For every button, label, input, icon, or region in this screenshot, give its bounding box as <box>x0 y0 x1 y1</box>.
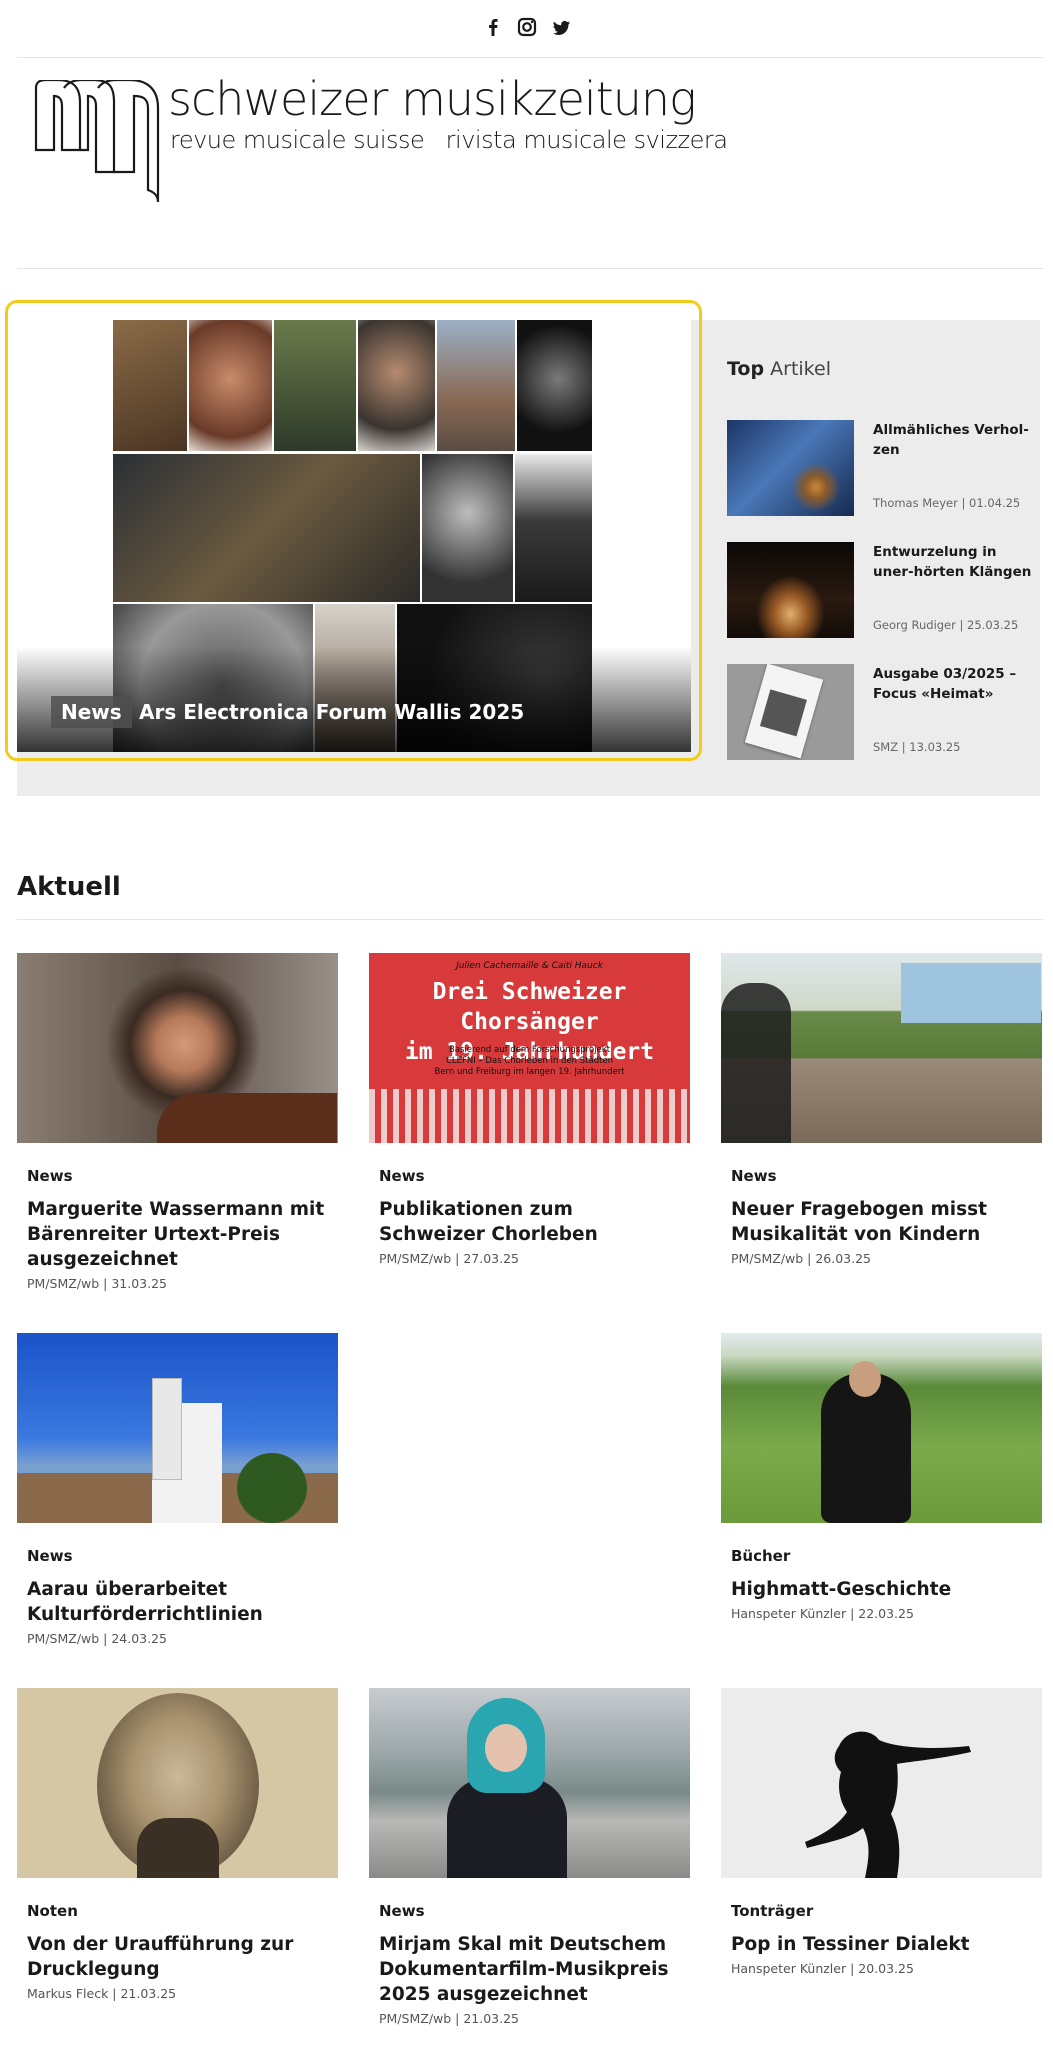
article-meta: PM/SMZ/wb | 31.03.25 <box>27 1276 168 1291</box>
article-image[interactable] <box>17 953 338 1143</box>
magazine-cover <box>744 664 824 759</box>
article-text: Aarau überarbeitet Kulturförderrichtlini… <box>27 1577 327 1649</box>
article-image[interactable]: Julien Cachemaille & Caiti Hauck Drei Sc… <box>369 953 690 1143</box>
poster-subtitle: Basierend auf dem Forschungsprojekt CLEF… <box>369 1045 690 1078</box>
article-text: Pop in Tessiner Dialekt Hanspeter Künzle… <box>731 1932 1031 1979</box>
top-artikel-meta: Thomas Meyer | 01.04.25 <box>873 496 1021 510</box>
collage-photo <box>113 454 420 602</box>
article-title[interactable]: Mirjam Skal mit Deutschem Dokumentarfilm… <box>379 1932 679 2007</box>
top-artikel-thumbnail[interactable] <box>727 420 854 516</box>
top-artikel-heading-bold: Top <box>727 358 765 380</box>
article-text: Publikationen zum Schweizer Chorleben PM… <box>379 1197 679 1269</box>
article-category[interactable]: Bücher <box>731 1547 790 1565</box>
article-meta: PM/SMZ/wb | 27.03.25 <box>379 1251 520 1266</box>
hero-category-badge[interactable]: News <box>51 696 132 728</box>
article-category[interactable]: News <box>379 1167 425 1185</box>
collage-photo <box>515 454 592 602</box>
header-divider <box>17 268 1043 269</box>
article-category[interactable]: Tonträger <box>731 1902 813 1920</box>
instagram-icon[interactable] <box>516 16 538 38</box>
top-artikel-meta: Georg Rudiger | 25.03.25 <box>873 618 1019 632</box>
article-image[interactable] <box>369 1688 690 1878</box>
article-title[interactable]: Publikationen zum Schweizer Chorleben <box>379 1197 679 1247</box>
portrait-body <box>137 1818 219 1878</box>
article-text: Neuer Fragebogen misst Musikalität von K… <box>731 1197 1031 1269</box>
article-title[interactable]: Aarau überarbeitet Kulturförderrichtlini… <box>27 1577 327 1627</box>
person-face <box>849 1361 881 1397</box>
poster-title-line: Drei Schweizer Chorsänger <box>432 979 627 1035</box>
article-text: Highmatt-Geschichte Hanspeter Künzler | … <box>731 1577 1031 1624</box>
hero-title[interactable]: Ars Electronica Forum Wallis 2025 <box>139 700 524 724</box>
top-artikel-item[interactable]: Entwurzelung in uner-hörten Klängen Geor… <box>727 542 1031 638</box>
facebook-icon[interactable] <box>482 16 504 38</box>
top-artikel-title[interactable]: Entwurzelung in uner-hörten Klängen <box>873 542 1033 582</box>
top-artikel-heading-light: Artikel <box>770 358 831 380</box>
top-artikel-item[interactable]: Allmähliches Verhol-zen Thomas Meyer | 0… <box>727 420 1029 516</box>
top-divider <box>17 57 1043 58</box>
logo-title[interactable]: schweizer musikzeitung <box>168 72 697 126</box>
poster-subtitle-line: CLEFNI – Das Chorleben in den Städten <box>445 1056 614 1066</box>
top-artikel-heading: Top Artikel <box>727 358 831 380</box>
social-links <box>0 16 1053 38</box>
twitter-icon[interactable] <box>550 16 572 38</box>
article-text: Von der Uraufführung zur Drucklegung Mar… <box>27 1932 327 2004</box>
tree <box>237 1453 307 1523</box>
poster-subtitle-line: Bern und Freiburg im langen 19. Jahrhund… <box>434 1067 625 1077</box>
collage-photo <box>517 320 592 451</box>
top-artikel-thumbnail[interactable] <box>727 664 854 760</box>
hero-image[interactable]: News Ars Electronica Forum Wallis 2025 <box>17 320 691 752</box>
article-meta: PM/SMZ/wb | 26.03.25 <box>731 1251 872 1266</box>
article-title[interactable]: Von der Uraufführung zur Drucklegung <box>27 1932 327 1982</box>
article-title[interactable]: Neuer Fragebogen misst Musikalität von K… <box>731 1197 1031 1247</box>
article-image[interactable] <box>721 1333 1042 1523</box>
article-meta: Hanspeter Künzler | 20.03.25 <box>731 1961 914 1976</box>
article-text: Mirjam Skal mit Deutschem Dokumentarfilm… <box>379 1932 679 2029</box>
article-image[interactable] <box>17 1688 338 1878</box>
person-jacket <box>447 1778 567 1878</box>
logo-subtitle: revue musicale suisse rivista musicale s… <box>170 126 728 154</box>
poster-subtitle-line: Basierend auf dem Forschungsprojekt <box>448 1045 611 1055</box>
article-category[interactable]: News <box>731 1167 777 1185</box>
article-title[interactable]: Pop in Tessiner Dialekt <box>731 1932 1031 1957</box>
dancer-silhouette-icon <box>805 1731 971 1878</box>
top-artikel-title[interactable]: Ausgabe 03/2025 – Focus «Heimat» <box>873 664 1033 704</box>
article-category[interactable]: Noten <box>27 1902 78 1920</box>
article-meta: Hanspeter Künzler | 22.03.25 <box>731 1606 914 1621</box>
church-tower <box>152 1378 182 1480</box>
article-category[interactable]: News <box>27 1547 73 1565</box>
top-artikel-item[interactable]: Ausgabe 03/2025 – Focus «Heimat» SMZ | 1… <box>727 664 1027 760</box>
article-meta: Markus Fleck | 21.03.25 <box>27 1986 177 2001</box>
collage-photo <box>437 320 515 451</box>
article-title[interactable]: Highmatt-Geschichte <box>731 1577 1031 1602</box>
collage-photo <box>274 320 356 451</box>
section-heading-aktuell: Aktuell <box>17 872 121 902</box>
poster-authors: Julien Cachemaille & Caiti Hauck <box>456 961 603 971</box>
article-image[interactable] <box>721 953 1042 1143</box>
logo-m-icon[interactable] <box>34 80 164 204</box>
article-title[interactable]: Marguerite Wassermann mit Bärenreiter Ur… <box>27 1197 327 1272</box>
person-face <box>485 1724 527 1772</box>
poster-choir-illustration <box>369 1089 690 1143</box>
aktuell-divider <box>17 919 1043 920</box>
article-image[interactable] <box>721 1688 1042 1878</box>
top-artikel-meta: SMZ | 13.03.25 <box>873 740 961 754</box>
collage-photo <box>113 320 187 451</box>
article-meta: PM/SMZ/wb | 21.03.25 <box>379 2011 520 2026</box>
article-category[interactable]: News <box>27 1167 73 1185</box>
collage-photo <box>422 454 513 602</box>
top-artikel-thumbnail[interactable] <box>727 542 854 638</box>
collage-photo <box>358 320 435 451</box>
collage-photo <box>189 320 272 451</box>
article-image[interactable] <box>17 1333 338 1523</box>
top-artikel-title[interactable]: Allmähliches Verhol-zen <box>873 420 1033 460</box>
article-text: Marguerite Wassermann mit Bärenreiter Ur… <box>27 1197 327 1294</box>
article-category[interactable]: News <box>379 1902 425 1920</box>
article-meta: PM/SMZ/wb | 24.03.25 <box>27 1631 168 1646</box>
window <box>901 963 1041 1023</box>
person-silhouette <box>721 983 791 1143</box>
